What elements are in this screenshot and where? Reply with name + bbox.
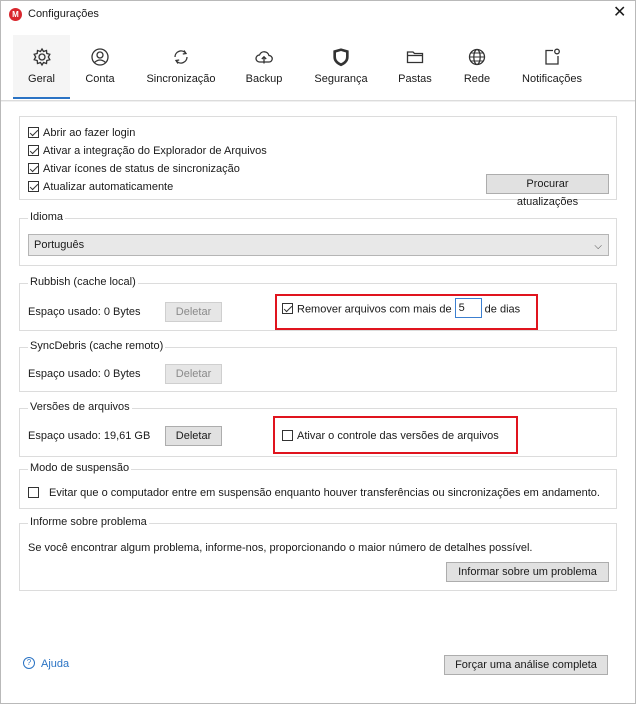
gear-icon <box>32 47 51 67</box>
sleep-mode-group: Modo de suspensão Evitar que o computado… <box>19 462 617 509</box>
tab-label: Rede <box>463 73 491 85</box>
general-options-group: Abrir ao fazer login Ativar a integração… <box>19 116 617 208</box>
option-label: Atualizar automaticamente <box>43 181 174 193</box>
versions-delete-button[interactable]: Deletar <box>165 426 222 446</box>
option-auto-update[interactable]: Atualizar automaticamente <box>28 180 174 193</box>
language-group: Idioma Português ⌵ <box>19 211 617 266</box>
tab-backup[interactable]: Backup <box>239 35 289 99</box>
user-icon <box>91 48 109 66</box>
option-explorer-integration[interactable]: Ativar a integração do Explorador de Arq… <box>28 144 267 157</box>
tab-sincronizacao[interactable]: Sincronização <box>143 35 219 99</box>
tab-label: Geral <box>28 73 55 85</box>
shield-icon <box>333 48 349 67</box>
checkbox[interactable] <box>28 180 39 192</box>
tab-label: Backup <box>245 73 283 85</box>
checkbox[interactable] <box>28 126 39 138</box>
tab-pastas[interactable]: Pastas <box>393 35 437 99</box>
help-icon: ? <box>23 657 35 670</box>
settings-window: M Configurações ✕ Geral Conta Sincroniza… <box>0 0 636 704</box>
group-legend: Versões de arquivos <box>28 401 132 413</box>
tab-notificacoes[interactable]: Notificações <box>517 35 587 99</box>
tab-geral[interactable]: Geral <box>13 35 70 99</box>
title-bar: M Configurações ✕ <box>1 1 635 29</box>
tab-seguranca[interactable]: Segurança <box>309 35 373 99</box>
tab-label: Pastas <box>398 73 432 85</box>
cloud-upload-icon <box>255 51 273 64</box>
option-label: Ativar ícones de status de sincronização <box>43 163 240 175</box>
checkbox[interactable] <box>28 162 39 174</box>
checkbox[interactable] <box>28 144 39 156</box>
check-updates-button[interactable]: Procurar atualizações <box>486 174 609 208</box>
globe-icon <box>468 48 486 66</box>
prevent-sleep-option[interactable]: Evitar que o computador entre em suspens… <box>28 486 600 499</box>
mega-logo-icon: M <box>9 8 22 21</box>
chevron-down-icon: ⌵ <box>594 241 602 252</box>
rubbish-space-used: Espaço usado: 0 Bytes <box>28 306 141 318</box>
tab-label: Segurança <box>314 73 368 85</box>
checkbox[interactable] <box>28 486 39 498</box>
sync-icon <box>174 50 188 64</box>
report-description: Se você encontrar algum problema, inform… <box>28 542 533 554</box>
highlight-box <box>273 416 518 454</box>
close-icon[interactable]: ✕ <box>613 4 626 22</box>
tab-label: Conta <box>85 73 115 85</box>
full-scan-button[interactable]: Forçar uma análise completa <box>444 655 608 675</box>
language-selected: Português <box>34 239 85 251</box>
option-open-at-login[interactable]: Abrir ao fazer login <box>28 126 136 139</box>
group-legend: Informe sobre problema <box>28 516 149 528</box>
report-problem-button[interactable]: Informar sobre um problema <box>446 562 609 582</box>
syncdebris-delete-button[interactable]: Deletar <box>165 364 222 384</box>
tab-rede[interactable]: Rede <box>457 35 497 99</box>
help-label: Ajuda <box>41 658 70 670</box>
report-problem-group: Informe sobre problema Se você encontrar… <box>19 516 617 591</box>
group-legend: Modo de suspensão <box>28 462 132 474</box>
option-label: Ativar a integração do Explorador de Arq… <box>43 145 267 157</box>
versions-space-used: Espaço usado: 19,61 GB <box>28 430 151 442</box>
syncdebris-group: SyncDebris (cache remoto) Espaço usado: … <box>19 340 617 392</box>
group-legend: Rubbish (cache local) <box>28 276 138 288</box>
bell-icon <box>545 48 560 65</box>
tab-bar: Geral Conta Sincronização Backup Seguran… <box>1 29 635 101</box>
option-label: Abrir ao fazer login <box>43 127 136 139</box>
tab-label: Notificações <box>522 73 582 85</box>
group-legend: SyncDebris (cache remoto) <box>28 340 166 352</box>
tab-label: Sincronização <box>146 73 216 85</box>
option-sync-status-icons[interactable]: Ativar ícones de status de sincronização <box>28 162 240 175</box>
help-link[interactable]: ? Ajuda <box>23 657 70 670</box>
tab-conta[interactable]: Conta <box>75 35 125 99</box>
option-label: Evitar que o computador entre em suspens… <box>49 487 600 499</box>
general-settings-panel: Abrir ao fazer login Ativar a integração… <box>1 102 635 703</box>
group-legend: Idioma <box>28 211 66 223</box>
folder-icon <box>406 51 424 64</box>
syncdebris-space-used: Espaço usado: 0 Bytes <box>28 368 141 380</box>
window-title: Configurações <box>28 8 99 20</box>
language-select[interactable]: Português ⌵ <box>28 234 609 256</box>
rubbish-delete-button[interactable]: Deletar <box>165 302 222 322</box>
highlight-box <box>275 294 538 330</box>
